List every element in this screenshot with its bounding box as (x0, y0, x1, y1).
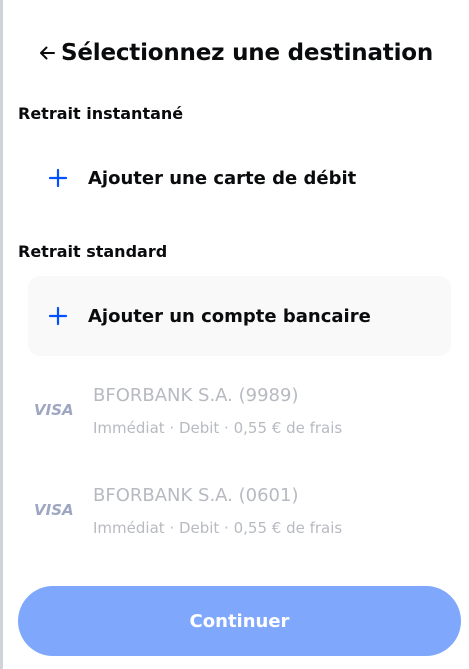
page-title: Sélectionnez une destination (61, 40, 434, 66)
account-name: BFORBANK S.A. (0601) (93, 485, 299, 506)
window-edge (0, 0, 3, 669)
add-debit-card-label: Ajouter une carte de débit (88, 167, 357, 189)
add-debit-card-button[interactable]: Ajouter une carte de débit (28, 138, 451, 218)
svg-text:VISA: VISA (34, 401, 74, 419)
visa-logo-icon: VISA (34, 399, 76, 419)
account-name: BFORBANK S.A. (9989) (93, 385, 299, 406)
continue-button[interactable]: Continuer (18, 586, 461, 656)
bank-account-item-0601[interactable]: VISA BFORBANK S.A. (0601) Immédiat · Deb… (28, 482, 451, 562)
add-bank-account-label: Ajouter un compte bancaire (88, 305, 371, 327)
account-detail: Immédiat · Debit · 0,55 € de frais (93, 519, 343, 537)
plus-icon (48, 306, 68, 326)
add-bank-account-button[interactable]: Ajouter un compte bancaire (28, 276, 451, 356)
svg-text:VISA: VISA (34, 501, 74, 519)
instant-withdrawal-label: Retrait instantané (18, 104, 184, 123)
arrow-left-icon[interactable] (36, 42, 58, 64)
account-detail: Immédiat · Debit · 0,55 € de frais (93, 419, 343, 437)
standard-withdrawal-label: Retrait standard (18, 242, 168, 261)
plus-icon (48, 168, 68, 188)
visa-logo-icon: VISA (34, 499, 76, 519)
page: Sélectionnez une destination Retrait ins… (0, 0, 469, 669)
bank-account-item-9989[interactable]: VISA BFORBANK S.A. (9989) Immédiat · Deb… (28, 382, 451, 462)
header: Sélectionnez une destination (36, 36, 433, 70)
